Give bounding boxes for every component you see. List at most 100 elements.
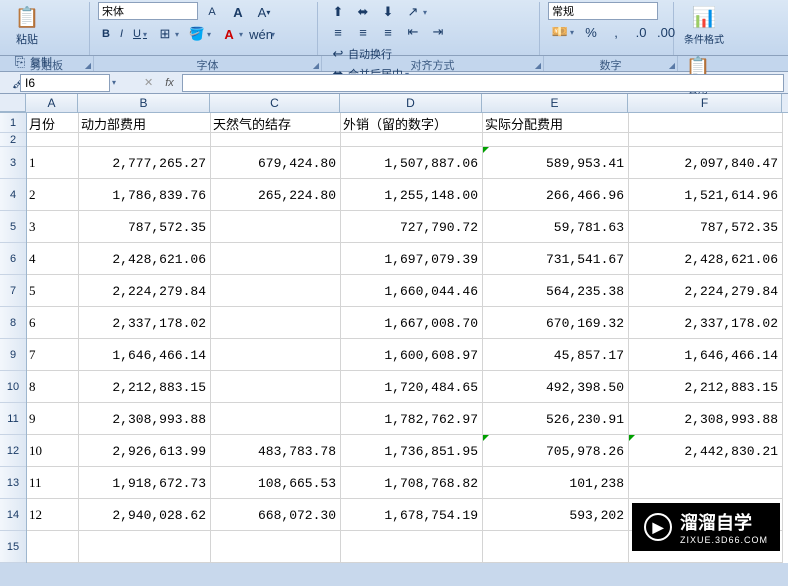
cell[interactable]: 1,255,148.00	[341, 179, 483, 211]
cell[interactable]: 2,940,028.62	[79, 499, 211, 531]
align-bottom-button[interactable]: ⬇	[376, 2, 400, 22]
cell[interactable]	[211, 275, 341, 307]
cell[interactable]	[629, 133, 783, 147]
expand-icon[interactable]: ◢	[313, 61, 319, 70]
cell[interactable]	[629, 113, 783, 133]
formula-input[interactable]	[182, 74, 784, 92]
conditional-format-button[interactable]: 📊 条件格式	[682, 2, 726, 50]
font-name-combo[interactable]	[98, 2, 198, 20]
cell[interactable]: 2,308,993.88	[79, 403, 211, 435]
expand-icon[interactable]: ◢	[669, 61, 675, 70]
border-button[interactable]: ⊞▾	[153, 24, 183, 44]
cell[interactable]: 1,646,466.14	[79, 339, 211, 371]
cell[interactable]: 天然气的结存	[211, 113, 341, 133]
cancel-formula-button[interactable]: ✕	[140, 75, 157, 91]
cell[interactable]: 11	[27, 467, 79, 499]
expand-icon[interactable]: ◢	[85, 61, 91, 70]
align-left-button[interactable]: ≡	[326, 22, 350, 42]
row-header-4[interactable]: 4	[0, 179, 26, 211]
font-grow-button[interactable]: A	[226, 2, 250, 22]
cell[interactable]	[211, 243, 341, 275]
cell[interactable]: 108,665.53	[211, 467, 341, 499]
col-header-E[interactable]: E	[482, 94, 628, 112]
cell[interactable]: 1,720,484.65	[341, 371, 483, 403]
cell[interactable]	[27, 133, 79, 147]
cell[interactable]: 45,857.17	[483, 339, 629, 371]
col-header-F[interactable]: F	[628, 94, 782, 112]
row-header-10[interactable]: 10	[0, 371, 26, 403]
row-header-5[interactable]: 5	[0, 211, 26, 243]
cell[interactable]: 1,521,614.96	[629, 179, 783, 211]
cell[interactable]	[211, 307, 341, 339]
cell[interactable]: 2,926,613.99	[79, 435, 211, 467]
cell[interactable]: 2,224,279.84	[79, 275, 211, 307]
cell[interactable]: 1,507,887.06	[341, 147, 483, 179]
cell[interactable]: 1,697,079.39	[341, 243, 483, 275]
row-header-11[interactable]: 11	[0, 403, 26, 435]
cell[interactable]: 787,572.35	[629, 211, 783, 243]
align-right-button[interactable]: ≡	[376, 22, 400, 42]
row-header-2[interactable]: 2	[0, 133, 26, 147]
decimal-inc-button[interactable]: .0	[629, 22, 653, 42]
cell[interactable]	[27, 531, 79, 563]
row-header-9[interactable]: 9	[0, 339, 26, 371]
cell[interactable]: 1,918,672.73	[79, 467, 211, 499]
row-header-14[interactable]: 14	[0, 499, 26, 531]
cell[interactable]: 4	[27, 243, 79, 275]
cell[interactable]	[79, 133, 211, 147]
cell[interactable]: 593,202	[483, 499, 629, 531]
cell[interactable]: 265,224.80	[211, 179, 341, 211]
cell[interactable]: 679,424.80	[211, 147, 341, 179]
cell[interactable]: 1,736,851.95	[341, 435, 483, 467]
cell[interactable]: 1,786,839.76	[79, 179, 211, 211]
cell[interactable]: 2,097,840.47	[629, 147, 783, 179]
italic-button[interactable]: I	[116, 24, 127, 44]
currency-button[interactable]: 💴▾	[548, 22, 578, 42]
row-header-3[interactable]: 3	[0, 147, 26, 179]
cell[interactable]: 2,777,265.27	[79, 147, 211, 179]
cell[interactable]: 526,230.91	[483, 403, 629, 435]
col-header-B[interactable]: B	[78, 94, 210, 112]
cell[interactable]: 2,442,830.21	[629, 435, 783, 467]
cell[interactable]: 6	[27, 307, 79, 339]
font-color-button[interactable]: A▾	[217, 24, 247, 44]
cell[interactable]: 101,238	[483, 467, 629, 499]
cell[interactable]: 2	[27, 179, 79, 211]
font-shrink-button[interactable]: A	[200, 2, 224, 22]
cell[interactable]	[341, 531, 483, 563]
decimal-dec-button[interactable]: .00	[654, 22, 678, 42]
row-header-8[interactable]: 8	[0, 307, 26, 339]
cell[interactable]: 727,790.72	[341, 211, 483, 243]
row-header-7[interactable]: 7	[0, 275, 26, 307]
cell[interactable]: 2,212,883.15	[79, 371, 211, 403]
cell[interactable]	[211, 133, 341, 147]
col-header-C[interactable]: C	[210, 94, 340, 112]
cell[interactable]: 月份	[27, 113, 79, 133]
cell[interactable]: 492,398.50	[483, 371, 629, 403]
cell[interactable]: 668,072.30	[211, 499, 341, 531]
cell[interactable]: 670,169.32	[483, 307, 629, 339]
name-box[interactable]	[20, 74, 110, 92]
paste-button[interactable]: 📋 粘贴	[8, 2, 46, 50]
cell[interactable]: 1,678,754.19	[341, 499, 483, 531]
cell[interactable]: 1,708,768.82	[341, 467, 483, 499]
cell[interactable]: 5	[27, 275, 79, 307]
cell[interactable]: 787,572.35	[79, 211, 211, 243]
underline-button[interactable]: U▾	[129, 24, 151, 44]
row-header-13[interactable]: 13	[0, 467, 26, 499]
indent-inc-button[interactable]: ⇥	[426, 22, 450, 42]
cell[interactable]: 1,646,466.14	[629, 339, 783, 371]
row-header-12[interactable]: 12	[0, 435, 26, 467]
name-box-dropdown[interactable]: ▾	[112, 78, 116, 87]
cell[interactable]: 2,224,279.84	[629, 275, 783, 307]
cell[interactable]	[211, 211, 341, 243]
cell[interactable]: 动力部费用	[79, 113, 211, 133]
cell[interactable]: 1,782,762.97	[341, 403, 483, 435]
align-top-button[interactable]: ⬆	[326, 2, 350, 22]
orientation-button[interactable]: ↗▾	[401, 2, 431, 22]
cell[interactable]: 589,953.41	[483, 147, 629, 179]
align-middle-button[interactable]: ⬌	[351, 2, 375, 22]
col-header-D[interactable]: D	[340, 94, 482, 112]
cell[interactable]: 2,428,621.06	[79, 243, 211, 275]
number-format-combo[interactable]	[548, 2, 658, 20]
